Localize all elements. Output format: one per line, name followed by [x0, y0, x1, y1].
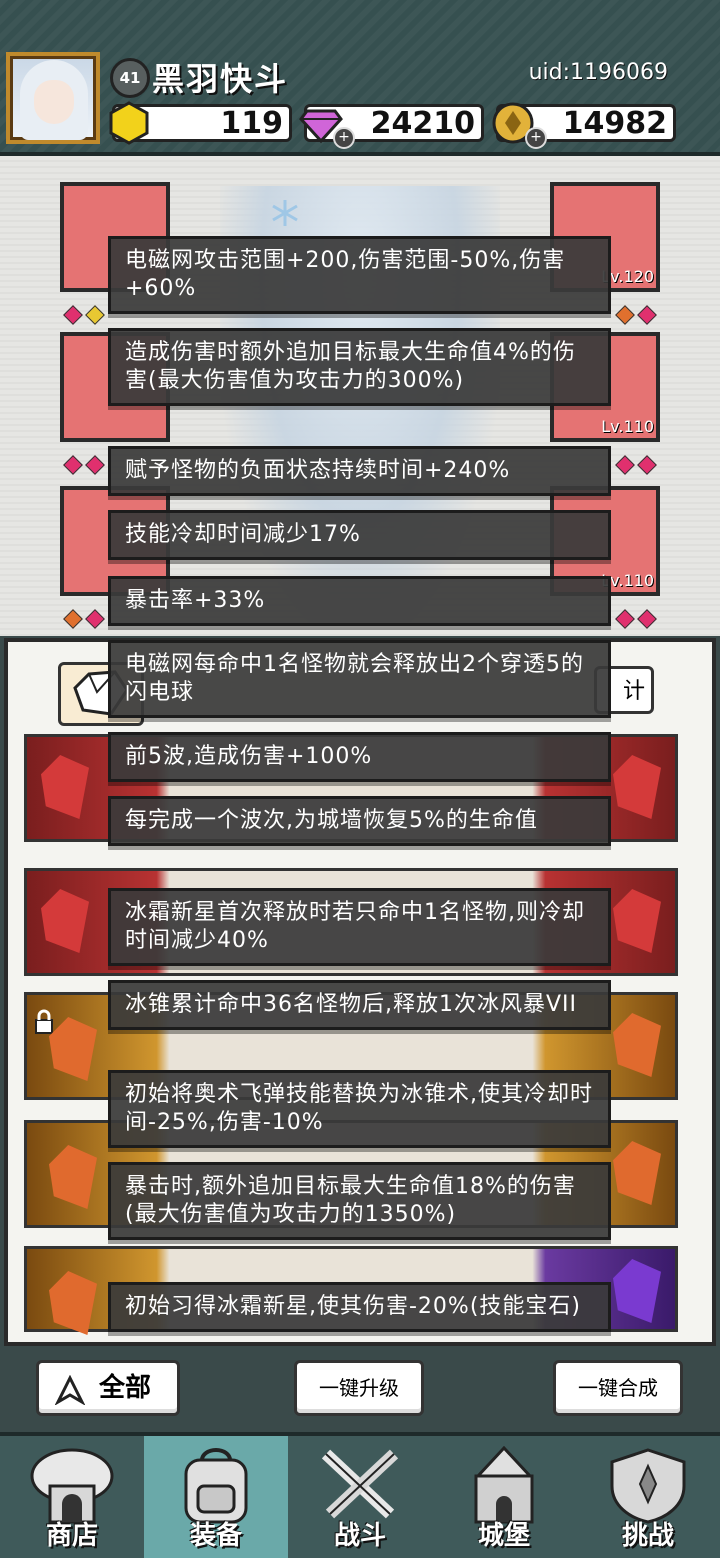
swords-icon [321, 1449, 399, 1519]
tooltip-affix: 电磁网每命中1名怪物就会释放出2个穿透5的闪电球 [108, 640, 611, 718]
nav-castle[interactable]: 城堡 [432, 1436, 576, 1558]
tooltip-affix: 冰锥累计命中36名怪物后,释放1次冰风暴VII [108, 980, 611, 1030]
tooltip-affix: 前5波,造成伤害+100% [108, 732, 611, 782]
gem-counter: + 24210 [299, 104, 484, 149]
orange-crystal-icon [613, 1141, 661, 1205]
up-arrow-icon [55, 1375, 85, 1405]
filter-all-label: 全部 [99, 1373, 152, 1403]
red-crystal-icon [41, 755, 89, 819]
nav-equipment[interactable]: 装备 [144, 1436, 288, 1558]
tooltip-affix: 暴击率+33% [108, 576, 611, 626]
add-gold-button[interactable]: + [525, 127, 547, 149]
red-crystal-icon [41, 889, 89, 953]
yellow-hexagon-icon [109, 101, 149, 145]
gold-value: 14982 [562, 106, 667, 141]
shop-icon [30, 1448, 114, 1524]
nav-label: 城堡 [477, 1521, 530, 1551]
red-crystal-icon [613, 889, 661, 953]
player-avatar[interactable] [6, 52, 100, 144]
nav-label: 商店 [45, 1521, 98, 1551]
nav-label: 挑战 [621, 1521, 674, 1551]
slot-gems [62, 609, 106, 629]
tooltip-affix: 暴击时,额外追加目标最大生命值18%的伤害(最大伤害值为攻击力的1350%) [108, 1162, 611, 1240]
gold-counter: + 14982 [492, 102, 676, 149]
gem-value: 24210 [370, 106, 475, 141]
player-uid: uid:1196069 [528, 60, 668, 85]
nav-label: 装备 [189, 1521, 242, 1551]
slot-gems [62, 305, 106, 325]
tooltip-affix: 造成伤害时额外追加目标最大生命值4%的伤害(最大伤害值为攻击力的300%) [108, 328, 611, 406]
tooltip-affix: 初始习得冰霜新星,使其伤害-20%(技能宝石) [108, 1282, 611, 1332]
add-gem-button[interactable]: + [333, 127, 355, 149]
top-bar: 41 黑羽快斗 uid:1196069 119 + 24210 + 14982 [0, 0, 720, 156]
merge-all-button[interactable]: 一键合成 [553, 1360, 683, 1416]
castle-icon [474, 1446, 534, 1524]
slot-gems [614, 455, 658, 475]
player-level-badge: 41 [110, 58, 150, 98]
backpack-icon [184, 1448, 248, 1524]
nav-battle[interactable]: 战斗 [288, 1436, 432, 1558]
tooltip-affix: 冰霜新星首次释放时若只命中1名怪物,则冷却时间减少40% [108, 888, 611, 966]
purple-crystal-icon [613, 1259, 661, 1323]
shield-icon [610, 1448, 686, 1524]
orange-crystal-icon [49, 1271, 97, 1335]
slot-level: Lv.110 [601, 417, 654, 436]
slot-gems [62, 455, 106, 475]
tooltip-affix: 每完成一个波次,为城墙恢复5%的生命值 [108, 796, 611, 846]
orange-crystal-icon [49, 1145, 97, 1209]
nav-shop[interactable]: 商店 [0, 1436, 144, 1558]
coin-value: 119 [220, 106, 283, 141]
orange-crystal-icon [49, 1017, 97, 1081]
tooltip-affix: 技能冷却时间减少17% [108, 510, 611, 560]
nav-label: 战斗 [333, 1521, 386, 1551]
tooltip-affix: 初始将奥术飞弹技能替换为冰锥术,使其冷却时间-25%,伤害-10% [108, 1070, 611, 1148]
bottom-nav: 商店 装备 战斗 城堡 挑战 [0, 1432, 720, 1558]
tooltip-affix: 电磁网攻击范围+200,伤害范围-50%,伤害+60% [108, 236, 611, 314]
coin-counter: 119 [109, 101, 292, 145]
red-crystal-icon [613, 755, 661, 819]
snowflake-icon [272, 200, 298, 226]
player-name: 黑羽快斗 [152, 60, 289, 98]
tooltip-affix: 赋予怪物的负面状态持续时间+240% [108, 446, 611, 496]
slot-gems [614, 609, 658, 629]
avatar-face [34, 80, 74, 124]
nav-challenge[interactable]: 挑战 [576, 1436, 720, 1558]
filter-all-button[interactable]: 全部 [36, 1360, 180, 1416]
orange-crystal-icon [613, 1013, 661, 1077]
lock-icon [35, 1009, 53, 1034]
slot-gems [614, 305, 658, 325]
upgrade-all-button[interactable]: 一键升级 [294, 1360, 424, 1416]
